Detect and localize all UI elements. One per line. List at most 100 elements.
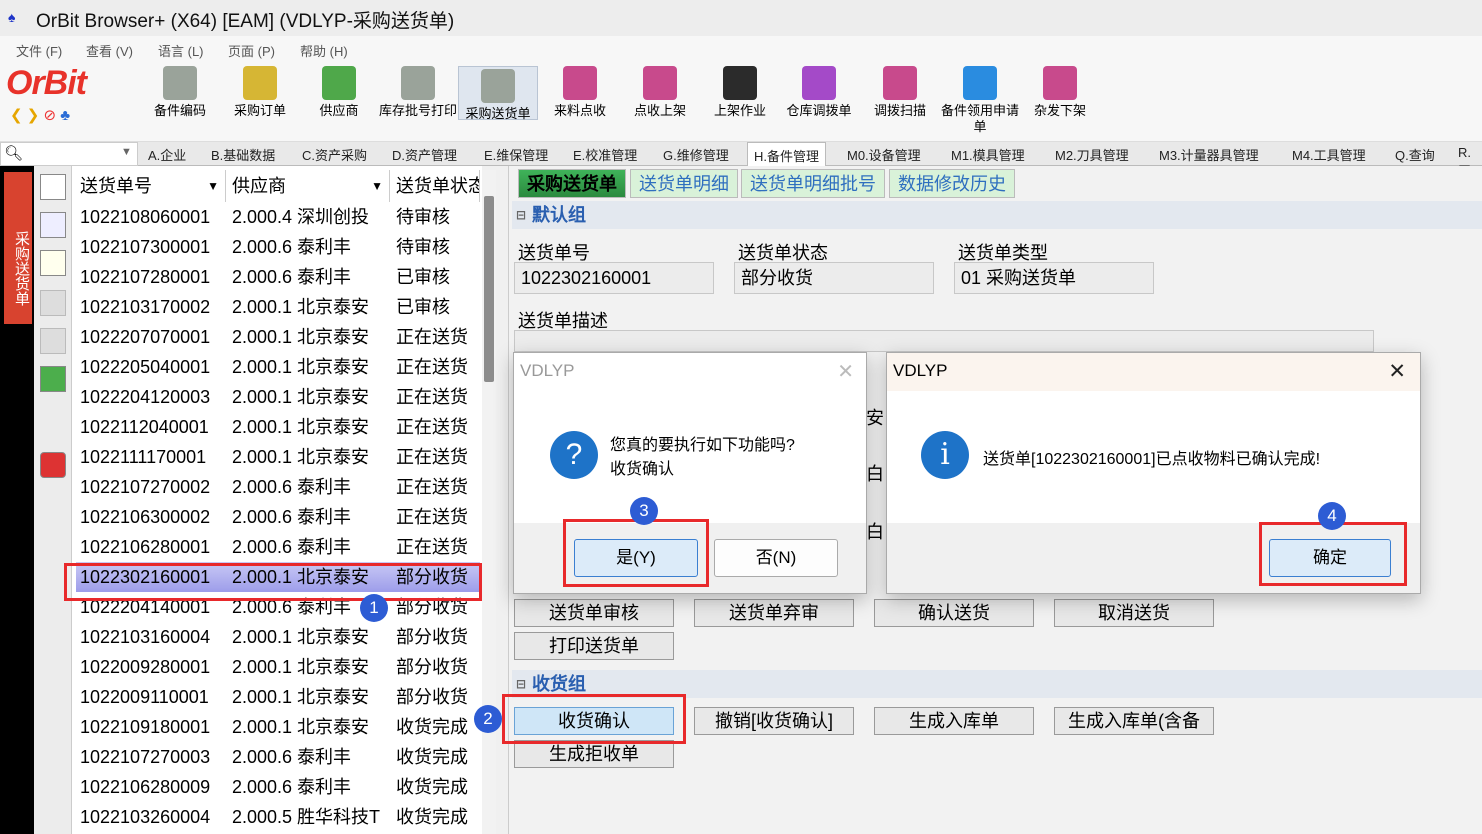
field-delivery-no[interactable]: 1022302160001 [514, 262, 714, 294]
cell-delivery-no: 1022106280001 [80, 537, 211, 557]
table-row[interactable]: 1022103160004 2.000.1 北京泰安 部分收货 [76, 622, 480, 652]
table-row[interactable]: 1022009280001 2.000.1 北京泰安 部分收货 [76, 652, 480, 682]
hidden-field-fragment: 白 [866, 464, 884, 484]
table-row[interactable]: 1022107270003 2.000.6 泰利丰 收货完成 [76, 742, 480, 772]
cell-status: 正在送货 [396, 417, 468, 437]
toolbar-count-shelf-button[interactable]: 点收上架 [620, 66, 700, 119]
table-row[interactable]: 1022205040001 2.000.1 北京泰安 正在送货 [76, 352, 480, 382]
table-row[interactable]: 1022106280009 2.000.6 泰利丰 收货完成 [76, 772, 480, 802]
header-label: 供应商 [232, 176, 286, 196]
tab-enterprise[interactable]: A.企业 [148, 145, 186, 164]
cell-supplier: 2.000.1 北京泰安 [232, 717, 370, 737]
collapse-icon[interactable]: ⊟ [516, 201, 526, 229]
create-inbound-spare-button[interactable]: 生成入库单(含备 [1054, 707, 1214, 735]
toolbar-spare-code-button[interactable]: 备件编码 [140, 66, 220, 119]
edit-icon[interactable] [40, 250, 66, 276]
column-header-supplier[interactable]: 供应商 ▼ [226, 170, 390, 202]
cell-status: 正在送货 [396, 477, 468, 497]
confirm-delivery-button[interactable]: 确认送货 [874, 599, 1034, 627]
tab-query[interactable]: Q.查询 [1395, 145, 1435, 164]
table-row[interactable]: 1022107300001 2.000.6 泰利丰 待审核 [76, 232, 480, 262]
menu-language[interactable]: 语言 (L) [158, 41, 204, 60]
scrollbar-thumb[interactable] [484, 196, 494, 382]
tab-basic-data[interactable]: B.基础数据 [211, 145, 275, 164]
table-row[interactable]: 1022207070001 2.000.1 北京泰安 正在送货 [76, 322, 480, 352]
tab-asset-management[interactable]: D.资产管理 [392, 145, 457, 164]
toolbar-batch-print-button[interactable]: 库存批号打印 [378, 66, 458, 119]
table-row[interactable]: 1022112040001 2.000.1 北京泰安 正在送货 [76, 412, 480, 442]
table-row[interactable]: 1022107270002 2.000.6 泰利丰 正在送货 [76, 472, 480, 502]
tab-calibration[interactable]: E.校准管理 [573, 145, 637, 164]
cancel-delivery-button[interactable]: 取消送货 [1054, 599, 1214, 627]
tab-change-history[interactable]: 数据修改历史 [889, 169, 1015, 198]
hidden-field-fragment: 安 [866, 408, 884, 428]
chevron-down-icon[interactable]: ▼ [121, 146, 132, 158]
table-row[interactable]: 1022109180001 2.000.1 北京泰安 收货完成 [76, 712, 480, 742]
table-row[interactable]: 1022103170002 2.000.1 北京泰安 已审核 [76, 292, 480, 322]
delete-icon[interactable] [40, 290, 66, 316]
toolbar-transfer-button[interactable]: 仓库调拨单 [779, 66, 859, 119]
nav-arrows-icon[interactable]: ❮ ❯ ⊘ ♣ [10, 106, 70, 124]
toolbar-supplier-button[interactable]: 供应商 [299, 66, 379, 119]
new-icon[interactable] [40, 174, 66, 200]
close-icon[interactable]: ✕ [837, 359, 854, 384]
tab-delivery-note[interactable]: 采购送货单 [518, 169, 626, 198]
undo-receive-button[interactable]: 撤销[收货确认] [694, 707, 854, 735]
tab-mold[interactable]: M1.模具管理 [951, 145, 1025, 164]
menu-help[interactable]: 帮助 (H) [300, 41, 348, 60]
tab-gauge[interactable]: M3.计量器具管理 [1159, 145, 1259, 164]
search-input[interactable]: 🔍︎ ▼ [0, 142, 138, 166]
field-type[interactable]: 01 采购送货单 [954, 262, 1154, 294]
unaudit-button[interactable]: 送货单弃审 [694, 599, 854, 627]
no-button[interactable]: 否(N) [714, 539, 838, 577]
undo-icon[interactable] [40, 328, 66, 354]
field-description[interactable] [514, 330, 1374, 352]
cell-supplier: 2.000.6 泰利丰 [232, 747, 352, 767]
tab-maintenance[interactable]: E.维保管理 [484, 145, 548, 164]
vertical-tab-delivery-note[interactable]: 采购送货单 [4, 172, 32, 324]
dialog-titlebar [887, 353, 1420, 391]
create-inbound-button[interactable]: 生成入库单 [874, 707, 1034, 735]
tab-spare-parts[interactable]: H.备件管理 [747, 142, 827, 167]
filter-icon[interactable]: ▼ [207, 170, 219, 202]
table-row[interactable]: 1022107280001 2.000.6 泰利丰 已审核 [76, 262, 480, 292]
save-icon[interactable] [40, 366, 66, 392]
toolbar-purchase-order-button[interactable]: 采购订单 [220, 66, 300, 119]
toolbar-incoming-count-button[interactable]: 来料点收 [540, 66, 620, 119]
cell-status: 正在送货 [396, 537, 468, 557]
table-row[interactable]: 1022111170001 2.000.1 北京泰安 正在送货 [76, 442, 480, 472]
field-status[interactable]: 部分收货 [734, 262, 934, 294]
cell-delivery-no: 1022103170002 [80, 297, 211, 317]
table-row[interactable]: 1022108060001 2.000.4 深圳创投 待审核 [76, 202, 480, 232]
exit-icon[interactable] [40, 452, 66, 478]
menu-file[interactable]: 文件 (F) [16, 41, 62, 60]
tab-tool[interactable]: M4.工具管理 [1292, 145, 1366, 164]
copy-icon[interactable] [40, 212, 66, 238]
tab-delivery-detail[interactable]: 送货单明细 [630, 169, 738, 198]
toolbar-transfer-scan-button[interactable]: 调拨扫描 [860, 66, 940, 119]
table-row[interactable]: 1022204120003 2.000.1 北京泰安 正在送货 [76, 382, 480, 412]
column-header-status[interactable]: 送货单状态 [390, 170, 480, 202]
audit-button[interactable]: 送货单审核 [514, 599, 674, 627]
toolbar-shelf-work-button[interactable]: 上架作业 [700, 66, 780, 119]
toolbar-delivery-note-button[interactable]: 采购送货单 [458, 66, 538, 121]
column-header-delivery-no[interactable]: 送货单号 ▼ [74, 170, 226, 202]
tab-repair[interactable]: G.维修管理 [663, 145, 729, 164]
table-row[interactable]: 1022106300002 2.000.6 泰利丰 正在送货 [76, 502, 480, 532]
table-row[interactable]: 1022103260004 2.000.5 胜华科技T 收货完成 [76, 802, 480, 832]
table-row[interactable]: 1022106280001 2.000.6 泰利丰 正在送货 [76, 532, 480, 562]
print-delivery-button[interactable]: 打印送货单 [514, 632, 674, 660]
filter-icon[interactable]: ▼ [371, 170, 383, 202]
menu-page[interactable]: 页面 (P) [228, 41, 275, 60]
tab-equipment[interactable]: M0.设备管理 [847, 145, 921, 164]
tab-asset-purchase[interactable]: C.资产采购 [302, 145, 367, 164]
default-group-header[interactable]: ⊟ 默认组 [512, 201, 1482, 229]
tab-cutter[interactable]: M2.刀具管理 [1055, 145, 1129, 164]
toolbar-misc-issue-button[interactable]: 杂发下架 [1020, 66, 1100, 119]
create-reject-button[interactable]: 生成拒收单 [514, 740, 674, 768]
close-icon[interactable]: ✕ [1388, 359, 1406, 384]
toolbar-requisition-button[interactable]: 备件领用申请单 [940, 66, 1020, 135]
tab-detail-batch[interactable]: 送货单明细批号 [741, 169, 885, 198]
menu-view[interactable]: 查看 (V) [86, 41, 133, 60]
table-row[interactable]: 1022009110001 2.000.1 北京泰安 部分收货 [76, 682, 480, 712]
